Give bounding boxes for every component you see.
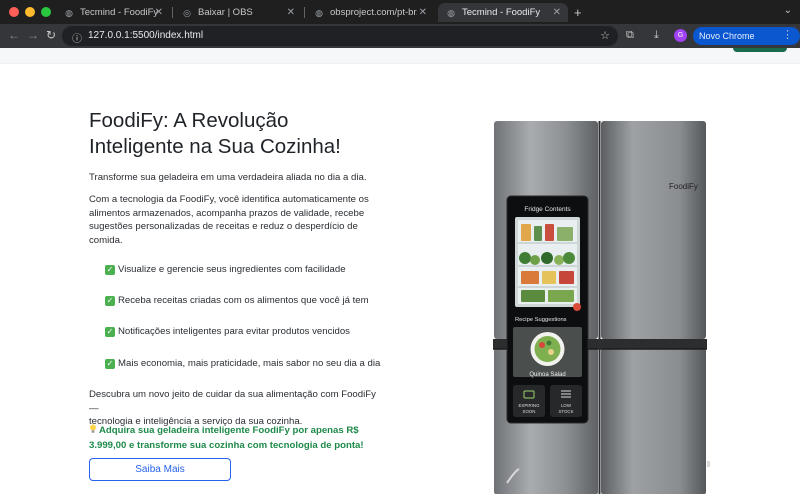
- check-icon: ✓: [105, 358, 115, 369]
- web-page: FoodiFy: A Revolução Inteligente na Sua …: [0, 48, 800, 494]
- more-menu-icon[interactable]: ⋮: [782, 28, 793, 41]
- check-icon: ✓: [105, 326, 115, 337]
- download-icon[interactable]: ⤓: [654, 29, 659, 42]
- promo-line: Adquira sua geladeira inteligente FoodiF…: [99, 425, 359, 436]
- close-tab-icon[interactable]: ✕: [553, 7, 561, 18]
- recipe-heading: Recipe Suggestions: [515, 317, 567, 323]
- close-tab-icon[interactable]: ✕: [155, 7, 163, 18]
- close-tab-icon[interactable]: ✕: [416, 7, 427, 18]
- globe-icon: ◍: [65, 7, 73, 18]
- fridge-image: FoodiFy Fridge Contents Recipe Suggestio…: [493, 121, 707, 494]
- feature-item: ✓ Visualize e gerencie seus ingredientes…: [105, 264, 346, 275]
- feature-text: Mais economia, mais praticidade, mais sa…: [118, 358, 381, 369]
- browser-titlebar: ◍ Tecmind - FoodiFy ✕ ◎ Baixar | OBS ✕ ◍…: [0, 0, 800, 24]
- tab-title: Tecmind - FoodiFy: [80, 7, 159, 18]
- new-tab-icon[interactable]: +: [574, 5, 582, 20]
- browser-tab[interactable]: ◍ obsproject.com/pt-br/welcom ✕: [306, 3, 434, 22]
- close-window-button[interactable]: [9, 7, 19, 17]
- tab-title: obsproject.com/pt-br/welcom: [330, 7, 420, 18]
- feature-text: Receba receitas criadas com os alimentos…: [118, 295, 369, 306]
- extensions-icon[interactable]: ⧉: [626, 29, 634, 42]
- tab-title: Tecmind - FoodiFy: [462, 7, 541, 18]
- browser-tab-active[interactable]: ◍ Tecmind - FoodiFy ✕: [438, 3, 568, 22]
- back-arrow-icon[interactable]: ←: [8, 28, 20, 42]
- chevron-down-icon[interactable]: ⌄: [784, 5, 792, 16]
- fridge-brand: FoodiFy: [669, 182, 698, 191]
- expiring-label: EXPIRING: [519, 403, 541, 408]
- browser-tab[interactable]: ◍ Tecmind - FoodiFy ✕: [56, 3, 170, 22]
- site-info-icon[interactable]: ⓘ: [72, 30, 82, 45]
- hero-description: Com a tecnologia da FoodiFy, você identi…: [89, 193, 369, 247]
- header-button[interactable]: [733, 48, 787, 52]
- description-line: sugestões personalizadas de receitas e r…: [89, 221, 358, 232]
- recipe-name: Quinoa Salad: [529, 372, 565, 378]
- window-controls: [9, 7, 51, 17]
- reload-icon[interactable]: ↻: [46, 28, 56, 42]
- check-icon: ✓: [105, 264, 115, 275]
- scrollbar-thumb[interactable]: [707, 461, 710, 467]
- page-title: FoodiFy: A Revolução Inteligente na Sua …: [89, 108, 389, 160]
- low-stock-label: STOCK: [558, 409, 573, 414]
- closing-line: Descubra um novo jeito de cuidar da sua …: [89, 389, 376, 414]
- description-line: alimentos armazenados, acompanha prazos …: [89, 207, 365, 219]
- low-stock-label: LOW: [561, 403, 572, 408]
- feature-item: ✓ Notificações inteligentes para evitar …: [105, 326, 350, 337]
- hero-subtitle: Transforme sua geladeira em uma verdadei…: [89, 172, 367, 183]
- feature-text: Notificações inteligentes para evitar pr…: [118, 326, 350, 337]
- site-header: [0, 48, 800, 64]
- close-tab-icon[interactable]: ✕: [287, 7, 295, 18]
- feature-text: Visualize e gerencie seus ingredientes c…: [118, 264, 346, 275]
- browser-toolbar: ← → ↻ ⓘ 127.0.0.1:5500/index.html ☆ ⧉ ⤓ …: [0, 24, 800, 59]
- feature-item: ✓ Mais economia, mais praticidade, mais …: [105, 358, 380, 369]
- url-text[interactable]: 127.0.0.1:5500/index.html: [88, 30, 203, 41]
- maximize-window-button[interactable]: [41, 7, 51, 17]
- description-line: Com a tecnologia da FoodiFy, você identi…: [89, 194, 369, 205]
- globe-icon: ◍: [315, 7, 323, 18]
- title-line: FoodiFy: A Revolução: [89, 109, 289, 132]
- bookmark-star-icon[interactable]: ☆: [600, 29, 610, 42]
- forward-arrow-icon[interactable]: →: [27, 28, 39, 42]
- lightbulb-icon: [90, 424, 96, 433]
- screen-title: Fridge Contents: [524, 206, 571, 213]
- feature-item: ✓ Receba receitas criadas com os aliment…: [105, 295, 369, 306]
- promo-line: 3.999,00 e transforme sua cozinha com te…: [89, 439, 364, 451]
- browser-tab[interactable]: ◎ Baixar | OBS ✕: [174, 3, 302, 22]
- minimize-window-button[interactable]: [25, 7, 35, 17]
- learn-more-button[interactable]: Saiba Mais: [89, 458, 231, 481]
- tab-title: Baixar | OBS: [198, 7, 253, 18]
- address-bar[interactable]: ⓘ 127.0.0.1:5500/index.html ☆: [62, 26, 618, 46]
- check-icon: ✓: [105, 295, 115, 306]
- expiring-label: SOON: [523, 409, 536, 414]
- promo-text: Adquira sua geladeira inteligente FoodiF…: [89, 423, 379, 453]
- title-line: Inteligente na Sua Cozinha!: [89, 135, 341, 158]
- tab-divider: [172, 7, 173, 18]
- profile-avatar[interactable]: G: [674, 29, 687, 42]
- description-line: comida.: [89, 234, 123, 246]
- obs-icon: ◎: [183, 7, 191, 18]
- globe-icon: ◍: [447, 7, 455, 18]
- tab-divider: [304, 7, 305, 18]
